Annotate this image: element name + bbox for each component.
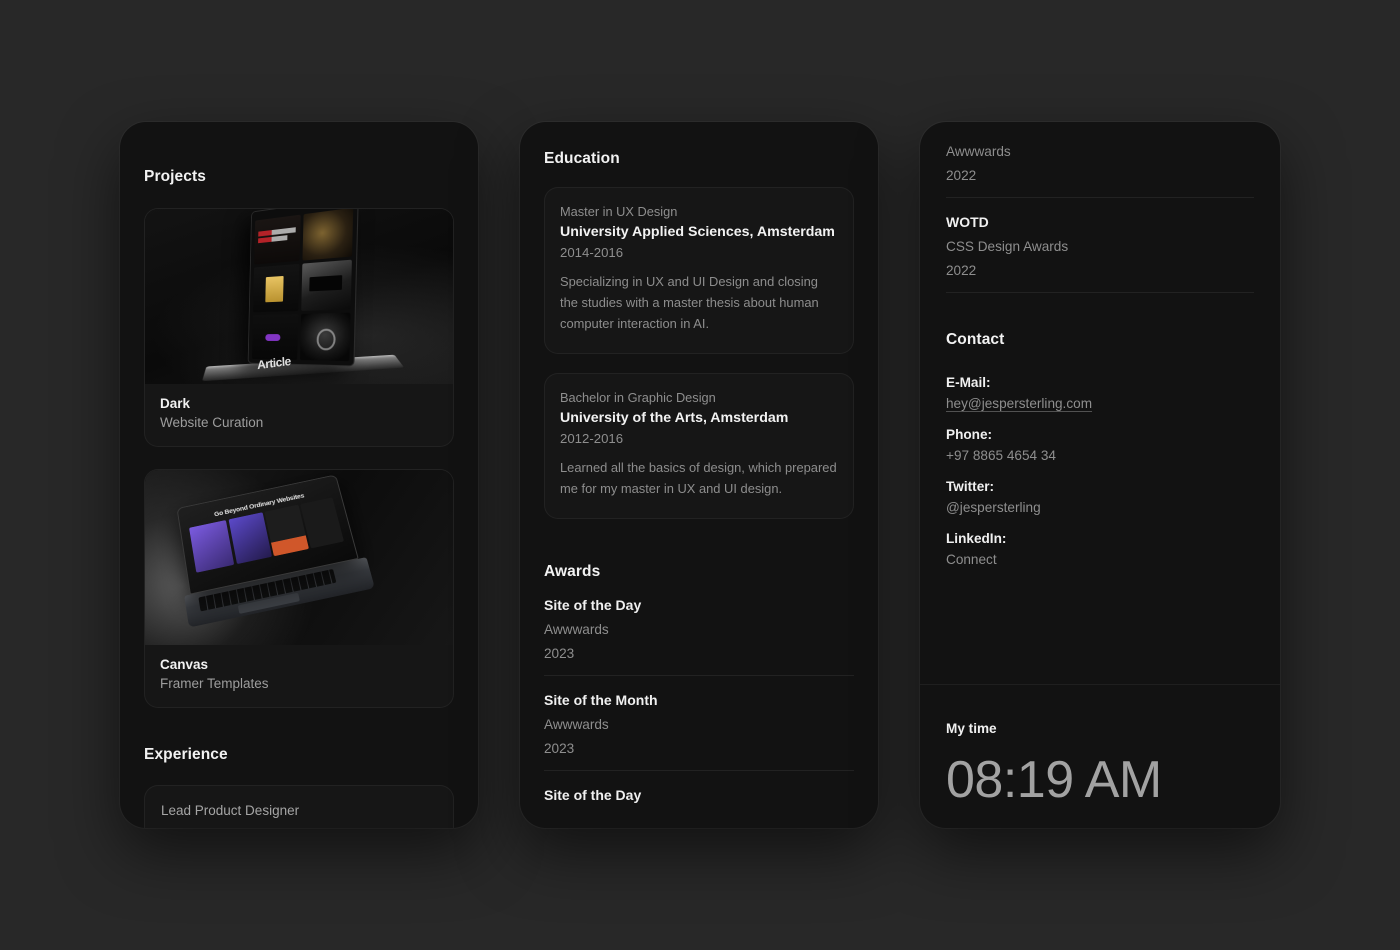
project-card-dark[interactable]: Article Dark Website Curation	[144, 208, 454, 447]
award-name: Site of the Day	[544, 596, 642, 613]
project-category: Website Curation	[160, 415, 264, 430]
projects-panel: Projects Article Dark Website Curation G…	[120, 122, 478, 828]
award-org: Awwwards	[946, 144, 1011, 159]
contact-row-phone: Phone: +97 8865 4654 34	[946, 427, 1254, 463]
award-row[interactable]: Awwwards 2022	[946, 122, 1254, 198]
award-year: 2022	[946, 168, 977, 183]
experience-role: Lead Product Designer	[161, 803, 300, 818]
education-card-bachelor[interactable]: Bachelor in Graphic Design University of…	[544, 372, 854, 519]
education-column: Education Master in UX Design University…	[520, 150, 878, 826]
award-org: CSS Design Awards	[946, 239, 1069, 254]
screen-tile	[189, 519, 235, 573]
website-grid	[251, 209, 354, 362]
award-row[interactable]: WOTD CSS Design Awards 2022	[946, 198, 1254, 293]
project-thumbnail-canvas: Go Beyond Ordinary Websites	[145, 470, 453, 645]
phone-value[interactable]: +97 8865 4654 34	[946, 448, 1254, 463]
contact-panel: Awwwards 2022 WOTD CSS Design Awards 202…	[920, 122, 1280, 828]
grid-tile	[253, 264, 300, 312]
education-degree: Bachelor in Graphic Design	[560, 389, 716, 405]
email-link[interactable]: hey@jespersterling.com	[946, 396, 1254, 411]
project-name: Canvas	[160, 657, 209, 672]
screen-tile	[228, 512, 272, 565]
education-panel: Education Master in UX Design University…	[520, 122, 878, 828]
twitter-link[interactable]: @jespersterling	[946, 500, 1254, 515]
grid-tile	[299, 312, 351, 362]
grid-tile	[254, 214, 301, 265]
education-years: 2012-2016	[560, 430, 624, 446]
contact-title: Contact	[946, 331, 1005, 348]
project-name: Dark	[160, 396, 191, 411]
my-time-block: My time 08:19 AM	[920, 684, 1280, 806]
awards-title: Awards	[544, 562, 601, 580]
my-time-value: 08:19 AM	[946, 751, 1162, 809]
grid-tile	[251, 313, 298, 360]
education-years: 2014-2016	[560, 245, 624, 260]
experience-card[interactable]: Lead Product Designer	[144, 785, 454, 828]
award-name: WOTD	[946, 214, 989, 230]
contact-label: LinkedIn:	[946, 531, 1007, 546]
award-org: Awwwards	[544, 716, 609, 732]
award-year: 2022	[946, 263, 977, 278]
contact-row-email: E-Mail: hey@jespersterling.com	[946, 375, 1254, 411]
award-year: 2023	[544, 645, 575, 661]
contact-label: Twitter:	[946, 479, 995, 494]
education-school: University Applied Sciences, Amsterdam	[560, 224, 835, 240]
award-year: 2023	[544, 740, 575, 756]
my-time-label: My time	[946, 721, 997, 736]
project-meta-canvas: Canvas Framer Templates	[145, 645, 453, 707]
contact-panel-inner: Awwwards 2022 WOTD CSS Design Awards 202…	[920, 122, 1280, 828]
education-school: University of the Arts, Amsterdam	[560, 409, 789, 426]
education-card-master[interactable]: Master in UX Design University Applied S…	[544, 187, 854, 354]
linkedin-link[interactable]: Connect	[946, 552, 1254, 567]
award-name: Site of the Day	[544, 786, 642, 803]
contact-row-linkedin: LinkedIn: Connect	[946, 531, 1254, 567]
project-thumbnail-dark: Article	[145, 209, 453, 384]
contact-row-twitter: Twitter: @jespersterling	[946, 479, 1254, 515]
education-description: Specializing in UX and UI Design and clo…	[560, 274, 819, 331]
education-title: Education	[544, 150, 620, 167]
contact-label: Phone:	[946, 427, 993, 442]
tablet-device-icon	[247, 209, 359, 367]
award-org: Awwwards	[544, 621, 609, 637]
project-meta-dark: Dark Website Curation	[145, 384, 453, 446]
app-stage: Projects Article Dark Website Curation G…	[0, 0, 1400, 950]
projects-column: Projects Article Dark Website Curation G…	[120, 168, 478, 828]
projects-panel-inner: Projects Article Dark Website Curation G…	[120, 122, 478, 828]
projects-title: Projects	[144, 168, 206, 185]
award-row[interactable]: Site of the Month Awwwards 2023	[544, 676, 854, 771]
grid-tile	[300, 260, 352, 311]
experience-title: Experience	[144, 746, 228, 763]
grid-tile	[301, 209, 354, 261]
project-card-canvas[interactable]: Go Beyond Ordinary Websites Canvas Frame…	[144, 469, 454, 708]
macbook-screen-tiles	[189, 497, 344, 573]
award-row[interactable]: Site of the Day	[544, 771, 854, 826]
award-name: Site of the Month	[544, 691, 658, 708]
education-description: Learned all the basics of design, which …	[560, 459, 837, 496]
contact-column: Awwwards 2022 WOTD CSS Design Awards 202…	[920, 122, 1280, 583]
education-degree: Master in UX Design	[560, 204, 678, 219]
project-category: Framer Templates	[160, 676, 269, 691]
education-panel-inner: Education Master in UX Design University…	[520, 122, 878, 828]
contact-label: E-Mail:	[946, 375, 991, 390]
award-row[interactable]: Site of the Day Awwwards 2023	[544, 581, 854, 676]
